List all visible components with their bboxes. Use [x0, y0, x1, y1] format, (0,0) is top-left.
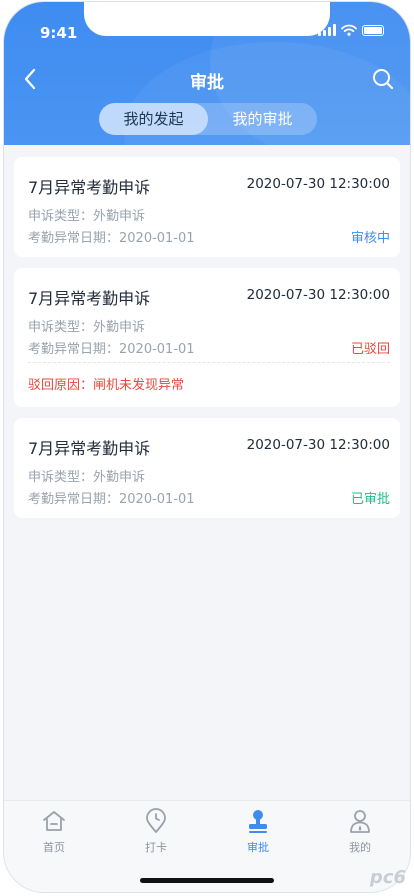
- tabbar-item-home[interactable]: 首页: [14, 807, 94, 855]
- tabbar-label: 首页: [43, 841, 65, 854]
- tabbar-label: 我的: [349, 841, 371, 854]
- signal-icon: [318, 24, 336, 36]
- divider: [28, 362, 390, 363]
- card-exception-date: 考勤异常日期：2020-01-01: [28, 492, 195, 507]
- segment-control: 我的发起 我的审批: [99, 103, 317, 135]
- tabbar-item-clockin[interactable]: 打卡: [116, 807, 196, 855]
- card-time: 2020-07-30 12:30:00: [246, 287, 390, 303]
- card-appeal-type: 申诉类型：外勤申诉: [28, 470, 146, 485]
- header: 9:41 审批 我的发起 我的审批: [4, 2, 410, 145]
- card-title: 7月异常考勤申诉: [28, 289, 151, 308]
- tabbar-label: 审批: [247, 841, 269, 854]
- card-time: 2020-07-30 12:30:00: [246, 176, 390, 192]
- phone-screen: 9:41 审批 我的发起 我的审批 7月异常考勤申诉 2020-07-30 12…: [4, 2, 410, 892]
- tab-my-approvals[interactable]: 我的审批: [208, 103, 317, 135]
- search-icon[interactable]: [370, 66, 396, 92]
- approval-card[interactable]: 7月异常考勤申诉 2020-07-30 12:30:00 申诉类型：外勤申诉 考…: [14, 157, 400, 257]
- status-badge: 已驳回: [350, 342, 390, 357]
- stamp-icon: [249, 810, 267, 833]
- tabbar-item-mine[interactable]: 我的: [320, 807, 400, 855]
- home-icon: [43, 811, 65, 831]
- home-indicator: [140, 878, 274, 883]
- card-appeal-type: 申诉类型：外勤申诉: [28, 209, 146, 224]
- page-title: 审批: [190, 73, 224, 93]
- approval-card[interactable]: 7月异常考勤申诉 2020-07-30 12:30:00 申诉类型：外勤申诉 考…: [14, 418, 400, 518]
- watermark-logo: pc6: [369, 867, 406, 888]
- reject-reason: 驳回原因：闸机未发现异常: [28, 378, 185, 393]
- wifi-icon: [341, 24, 357, 36]
- location-pin-icon: [146, 808, 166, 833]
- card-appeal-type: 申诉类型：外勤申诉: [28, 320, 146, 335]
- card-exception-date: 考勤异常日期：2020-01-01: [28, 231, 195, 246]
- card-title: 7月异常考勤申诉: [28, 178, 151, 197]
- status-icons: [318, 24, 384, 36]
- device-notch: [84, 2, 330, 36]
- battery-icon: [362, 24, 384, 36]
- status-time: 9:41: [40, 24, 78, 42]
- status-badge: 审核中: [350, 231, 390, 246]
- tabbar-label: 打卡: [145, 841, 167, 854]
- tabbar-item-approval[interactable]: 审批: [218, 807, 298, 855]
- tab-my-initiated[interactable]: 我的发起: [99, 103, 208, 135]
- card-time: 2020-07-30 12:30:00: [246, 437, 390, 453]
- person-icon: [350, 810, 370, 833]
- card-exception-date: 考勤异常日期：2020-01-01: [28, 342, 195, 357]
- status-badge: 已审批: [350, 492, 390, 507]
- card-title: 7月异常考勤申诉: [28, 439, 151, 458]
- approval-card[interactable]: 7月异常考勤申诉 2020-07-30 12:30:00 申诉类型：外勤申诉 考…: [14, 268, 400, 407]
